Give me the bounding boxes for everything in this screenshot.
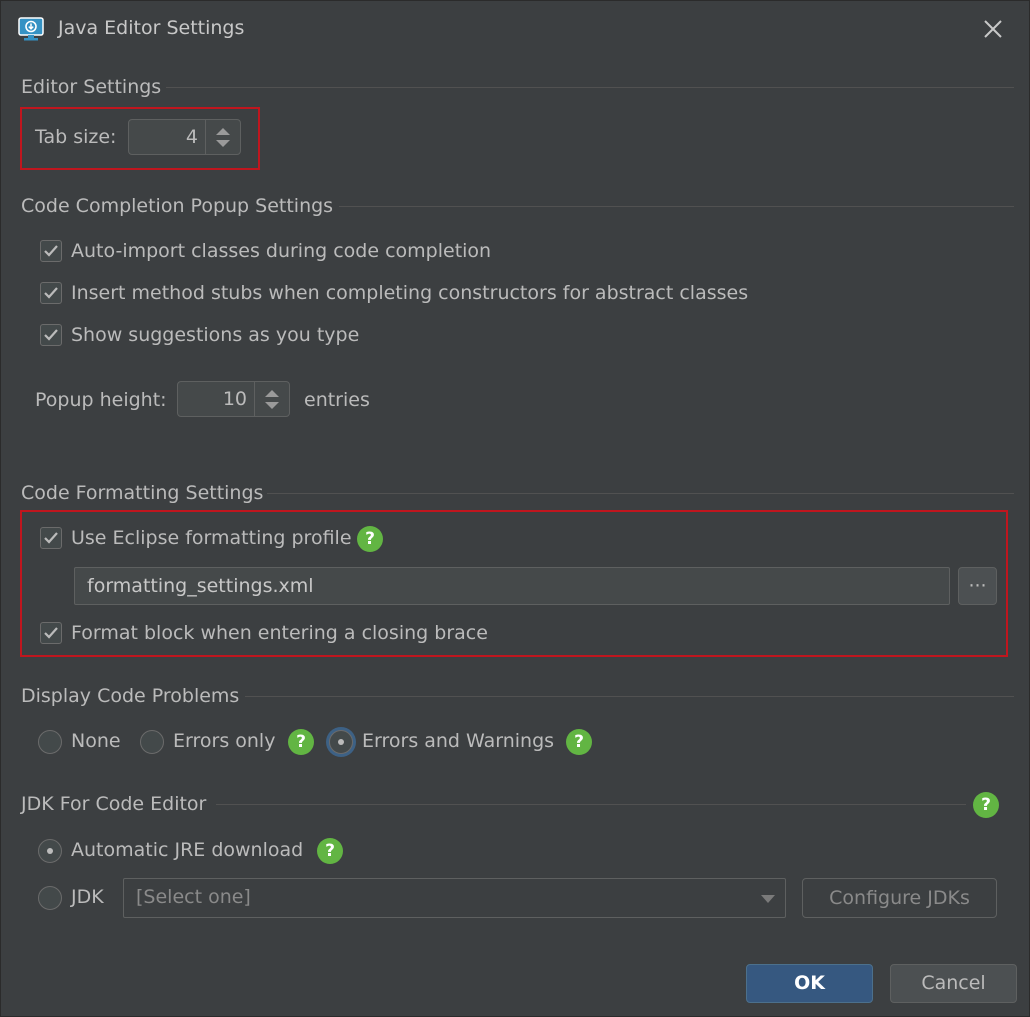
tab-size-label: Tab size:: [35, 126, 117, 148]
method-stubs-checkbox[interactable]: [40, 282, 62, 304]
auto-import-label: Auto-import classes during code completi…: [71, 240, 492, 262]
tab-size-value: 4: [185, 126, 198, 148]
section-divider: [245, 696, 1014, 697]
formatting-file-value: formatting_settings.xml: [87, 575, 314, 597]
settings-dialog: Java Editor Settings Editor Settings Tab…: [0, 0, 1030, 1017]
help-icon[interactable]: ?: [288, 729, 314, 755]
use-eclipse-checkbox[interactable]: [40, 527, 62, 549]
errors-only-radio[interactable]: [140, 730, 164, 754]
window-title: Java Editor Settings: [58, 17, 245, 39]
jdk-select[interactable]: [Select one]: [123, 878, 786, 918]
errors-warnings-radio[interactable]: [329, 730, 353, 754]
chevron-down-icon: [761, 895, 775, 903]
none-label: None: [71, 730, 121, 752]
cancel-button[interactable]: Cancel: [890, 964, 1017, 1003]
show-suggestions-checkbox[interactable]: [40, 324, 62, 346]
format-block-label: Format block when entering a closing bra…: [71, 622, 488, 644]
jdk-heading: JDK For Code Editor: [21, 793, 207, 815]
section-divider: [216, 804, 966, 805]
jdk-label: JDK: [71, 886, 104, 908]
auto-jre-label: Automatic JRE download: [71, 839, 304, 861]
section-divider: [339, 206, 1014, 207]
spinner-arrows-icon[interactable]: [254, 382, 289, 416]
help-icon[interactable]: ?: [973, 792, 999, 818]
spinner-arrows-icon[interactable]: [205, 120, 240, 154]
none-radio[interactable]: [38, 730, 62, 754]
popup-height-unit: entries: [304, 389, 370, 411]
completion-heading: Code Completion Popup Settings: [21, 195, 334, 217]
popup-height-value: 10: [222, 388, 247, 410]
jdk-radio[interactable]: [38, 886, 62, 910]
tab-size-spinner[interactable]: 4: [128, 119, 241, 155]
radio-selected-dot: [47, 848, 53, 854]
problems-heading: Display Code Problems: [21, 685, 240, 707]
browse-button[interactable]: ···: [958, 567, 997, 605]
popup-height-label: Popup height:: [35, 389, 167, 411]
configure-jdks-button[interactable]: Configure JDKs: [802, 878, 997, 918]
errors-only-label: Errors only: [173, 730, 276, 752]
errors-warnings-label: Errors and Warnings: [362, 730, 555, 752]
section-divider: [267, 493, 1014, 494]
radio-selected-dot: [338, 739, 344, 745]
format-block-checkbox[interactable]: [40, 622, 62, 644]
help-icon[interactable]: ?: [357, 526, 383, 552]
section-divider: [166, 87, 1014, 88]
formatting-heading: Code Formatting Settings: [21, 482, 264, 504]
jdk-select-value: [Select one]: [136, 886, 251, 908]
help-icon[interactable]: ?: [317, 838, 343, 864]
formatting-file-field[interactable]: formatting_settings.xml: [74, 567, 950, 605]
ok-button[interactable]: OK: [746, 964, 873, 1003]
show-suggestions-label: Show suggestions as you type: [71, 324, 360, 346]
popup-height-spinner[interactable]: 10: [177, 381, 290, 417]
monitor-icon: [18, 16, 44, 42]
editor-settings-heading: Editor Settings: [21, 76, 162, 98]
use-eclipse-label: Use Eclipse formatting profile: [71, 527, 352, 549]
method-stubs-label: Insert method stubs when completing cons…: [71, 282, 749, 304]
help-icon[interactable]: ?: [566, 729, 592, 755]
auto-jre-radio[interactable]: [38, 839, 62, 863]
close-icon[interactable]: [981, 17, 1005, 41]
auto-import-checkbox[interactable]: [40, 240, 62, 262]
